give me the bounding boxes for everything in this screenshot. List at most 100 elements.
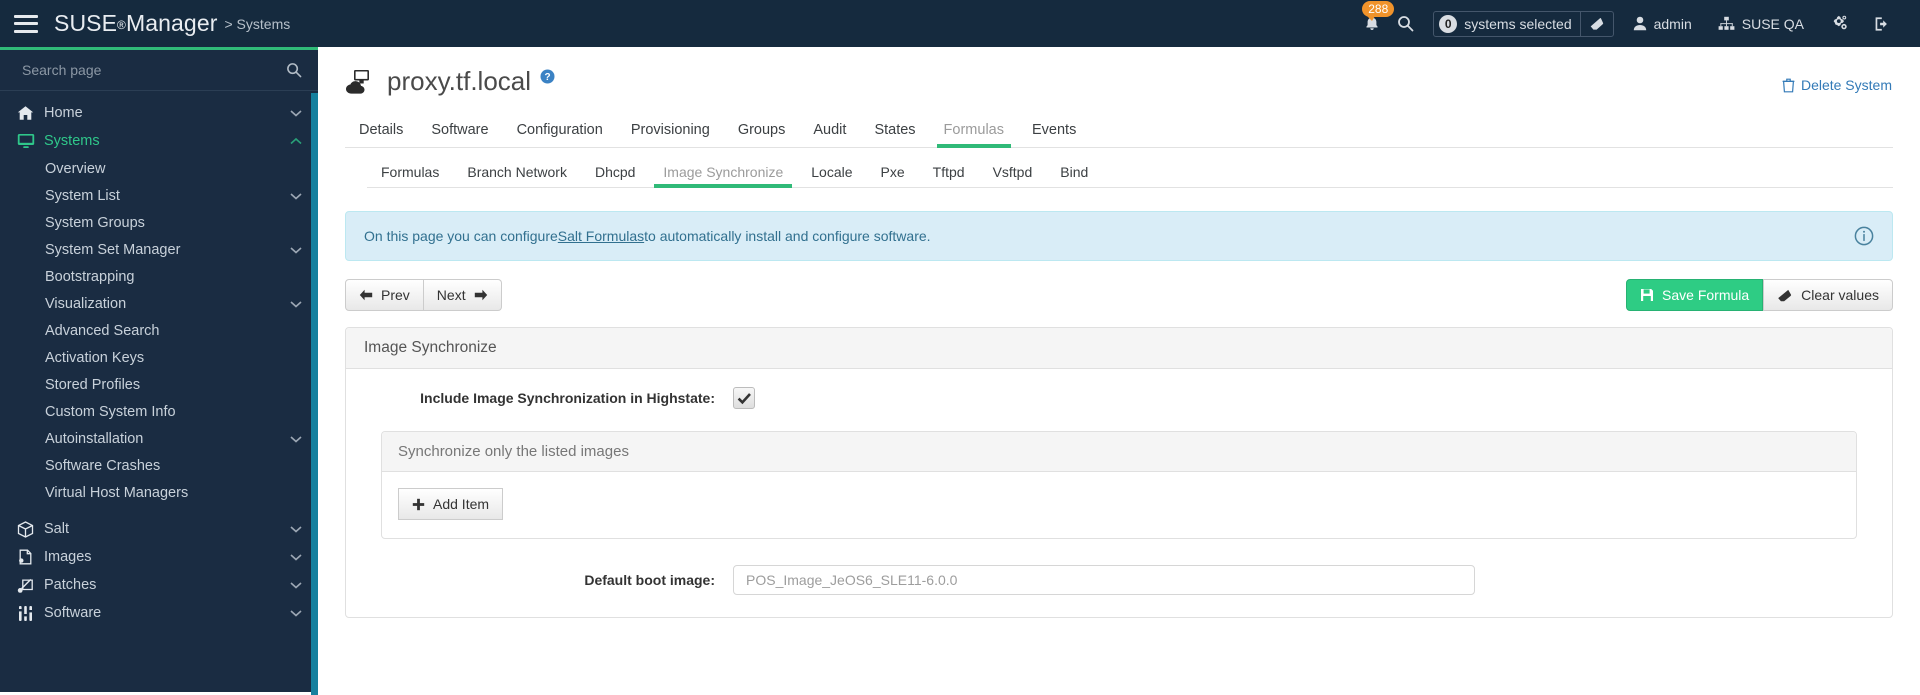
cube-icon [17, 520, 44, 538]
sidebar-item-home[interactable]: Home [0, 99, 318, 127]
checkmark-icon [737, 392, 751, 404]
brand-logo[interactable]: SUSE®Manager [54, 10, 217, 37]
tab-states[interactable]: States [860, 122, 929, 147]
chevron-down-icon [290, 553, 302, 561]
user-name: admin [1653, 15, 1692, 32]
tab-events[interactable]: Events [1018, 122, 1090, 147]
subtab-vsftpd[interactable]: Vsftpd [979, 164, 1047, 187]
delete-system-link[interactable]: Delete System [1782, 77, 1892, 93]
highstate-checkbox[interactable] [733, 387, 755, 409]
tab-label: Groups [737, 122, 786, 138]
sidebar-sub-label: System List [45, 187, 120, 204]
sidebar-item-system-groups[interactable]: System Groups [0, 209, 318, 236]
clear-values-button[interactable]: Clear values [1763, 279, 1893, 311]
sidebar-item-label: Patches [44, 577, 97, 593]
tab-provisioning[interactable]: Provisioning [617, 122, 724, 147]
sidebar-scrollbar[interactable] [311, 93, 318, 695]
clear-selection-button[interactable] [1579, 10, 1613, 37]
sidebar-item-advanced-search[interactable]: Advanced Search [0, 317, 318, 344]
image-synchronize-panel: Image Synchronize Include Image Synchron… [345, 327, 1893, 618]
chevron-up-icon [290, 137, 302, 145]
sidebar-item-label: Systems [44, 133, 100, 149]
subtab-image-synchronize[interactable]: Image Synchronize [649, 164, 797, 188]
sidebar-item-stored-profiles[interactable]: Stored Profiles [0, 371, 318, 398]
organization-icon [1718, 16, 1735, 30]
organization-menu[interactable]: SUSE QA [1705, 0, 1817, 47]
search-icon[interactable] [286, 62, 302, 78]
sidebar-item-system-list[interactable]: System List [0, 182, 318, 209]
add-item-button[interactable]: Add Item [398, 488, 504, 520]
sidebar-item-activation-keys[interactable]: Activation Keys [0, 344, 318, 371]
sidebar-item-software-crashes[interactable]: Software Crashes [0, 452, 318, 479]
sidebar-item-images[interactable]: Images [0, 543, 318, 571]
sidebar-sub-label: Autoinstallation [45, 430, 144, 447]
notifications-button[interactable]: 288 [1351, 0, 1395, 47]
prev-button[interactable]: Prev [345, 279, 424, 311]
search-icon [1398, 16, 1414, 32]
chevron-down-icon [290, 435, 302, 443]
sidebar-sub-label: Advanced Search [45, 322, 160, 339]
subtab-formulas[interactable]: Formulas [367, 164, 453, 187]
trash-icon [1782, 78, 1795, 92]
save-formula-button[interactable]: Save Formula [1626, 279, 1764, 311]
sidebar-search-row [0, 50, 318, 91]
sidebar-item-systems[interactable]: Systems [0, 127, 318, 155]
logout-icon [1875, 16, 1887, 31]
sidebar-item-overview[interactable]: Overview [0, 155, 318, 182]
tab-groups[interactable]: Groups [724, 122, 800, 147]
sidebar-item-visualization[interactable]: Visualization [0, 290, 318, 317]
home-icon [17, 105, 44, 121]
tab-audit[interactable]: Audit [799, 122, 860, 147]
sidebar-nav-list: Home Systems Overview System List System… [0, 91, 318, 627]
salt-formulas-link[interactable]: Salt Formulas [558, 228, 644, 244]
subtab-pxe[interactable]: Pxe [867, 164, 919, 187]
tab-label: Software [431, 122, 489, 138]
tab-label: Configuration [516, 122, 603, 138]
sidebar-item-custom-system-info[interactable]: Custom System Info [0, 398, 318, 425]
next-label: Next [436, 287, 466, 303]
sidebar-item-salt[interactable]: Salt [0, 515, 318, 543]
user-menu[interactable]: admin [1620, 0, 1705, 47]
settings-button[interactable] [1817, 0, 1861, 47]
tab-configuration[interactable]: Configuration [503, 122, 617, 147]
tab-label: Audit [813, 122, 847, 138]
hamburger-menu-icon[interactable] [14, 14, 38, 33]
page-header: proxy.tf.local ? Delete System [318, 47, 1920, 97]
logout-button[interactable] [1861, 0, 1904, 47]
chevron-down-icon [290, 109, 302, 117]
tab-software[interactable]: Software [417, 122, 502, 147]
search-page-input[interactable] [22, 62, 286, 78]
default-boot-image-input[interactable] [733, 565, 1475, 595]
tab-label: Events [1031, 122, 1077, 138]
tab-details[interactable]: Details [345, 122, 417, 147]
user-icon [1633, 16, 1646, 31]
sidebar-sub-label: Virtual Host Managers [45, 484, 189, 501]
systems-selected-widget[interactable]: 0 systems selected [1433, 10, 1614, 37]
subtab-branch-network[interactable]: Branch Network [453, 164, 581, 187]
sidebar-item-label: Software [44, 605, 102, 621]
monitor-icon [17, 133, 44, 149]
listed-images-body: Add Item [382, 472, 1856, 538]
next-button[interactable]: Next [423, 279, 502, 311]
clear-values-label: Clear values [1801, 287, 1879, 303]
sidebar-item-system-set-manager[interactable]: System Set Manager [0, 236, 318, 263]
tab-label: Formulas [381, 164, 440, 180]
subtab-dhcpd[interactable]: Dhcpd [581, 164, 649, 187]
sidebar-item-bootstrapping[interactable]: Bootstrapping [0, 263, 318, 290]
sidebar-item-virtual-host-managers[interactable]: Virtual Host Managers [0, 479, 318, 506]
gear-icon [1833, 15, 1847, 30]
brand-name: SUSE [54, 10, 118, 36]
subtab-bind[interactable]: Bind [1046, 164, 1102, 187]
help-circle-icon[interactable]: ? [540, 69, 555, 84]
subtab-tftpd[interactable]: Tftpd [919, 164, 979, 187]
sidebar-item-patches[interactable]: Patches [0, 571, 318, 599]
subtab-locale[interactable]: Locale [797, 164, 866, 187]
tab-formulas[interactable]: Formulas [930, 122, 1018, 148]
arrow-left-icon [359, 289, 373, 301]
sidebar-item-label: Images [44, 549, 92, 565]
sidebar-item-autoinstallation[interactable]: Autoinstallation [0, 425, 318, 452]
sidebar-item-software[interactable]: Software [0, 599, 318, 627]
tab-label: Provisioning [630, 122, 710, 138]
sliders-icon [17, 605, 44, 622]
panel-title: Image Synchronize [346, 328, 1892, 369]
